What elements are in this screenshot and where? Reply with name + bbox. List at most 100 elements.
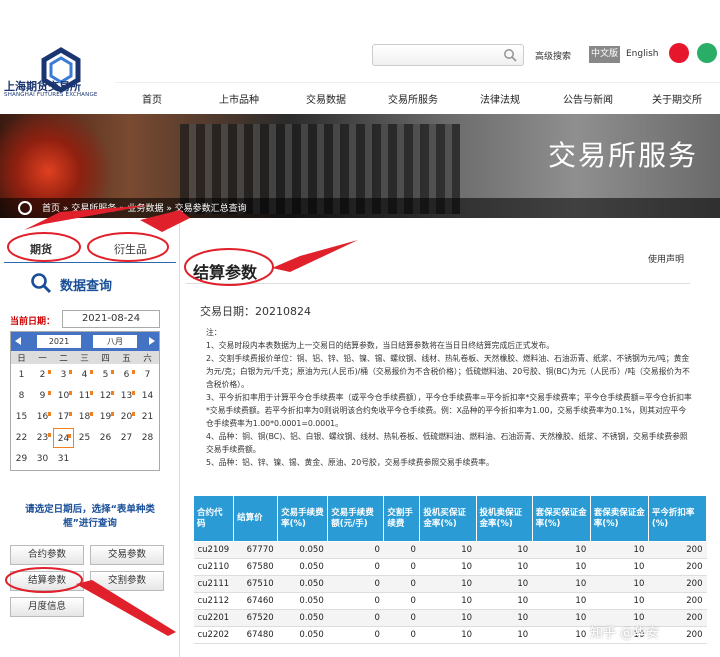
nav-item-about[interactable]: 关于期交所 [652, 91, 702, 106]
calendar-day[interactable]: 23 [32, 428, 53, 448]
nav-item-trading-data[interactable]: 交易数据 [306, 91, 346, 106]
search-icon[interactable] [503, 48, 517, 62]
column-header[interactable]: 交割手续费 [383, 495, 421, 542]
nav-item-home[interactable]: 首页 [142, 91, 162, 106]
month-select[interactable]: 八月 [93, 335, 137, 348]
tab-futures[interactable]: 期货 [30, 241, 52, 257]
table-cell: 10 [532, 626, 591, 644]
calendar-day[interactable]: 12 [95, 386, 116, 406]
calendar-day[interactable]: 7 [137, 365, 158, 385]
table-cell: 67770 [233, 541, 278, 559]
breadcrumb[interactable]: 首页 » 交易所服务 » 业务数据 » 交易参数汇总查询 [42, 201, 247, 214]
next-month-icon[interactable] [149, 337, 155, 345]
calendar-day[interactable]: 18 [74, 407, 95, 427]
tab-derivatives[interactable]: 衍生品 [114, 241, 147, 257]
wechat-icon[interactable] [697, 43, 717, 63]
delivery-params-button[interactable]: 交割参数 [90, 571, 164, 591]
table-cell: 0 [383, 592, 420, 610]
calendar-day[interactable]: 11 [74, 386, 95, 406]
column-header[interactable]: 平今折扣率(%) [647, 495, 707, 542]
table-cell: 10 [419, 541, 477, 559]
advanced-search-link[interactable]: 高级搜索 [535, 49, 571, 62]
calendar-day[interactable]: 22 [11, 428, 32, 448]
column-header[interactable]: 投机卖保证金率(%) [475, 495, 533, 542]
column-header[interactable]: 套保卖保证金率(%) [589, 495, 649, 542]
weekday-label: 一 [38, 354, 47, 364]
calendar-day[interactable]: 31 [53, 449, 74, 469]
column-header[interactable]: 交易手续费额(元/手) [327, 495, 385, 542]
nav-item-services[interactable]: 交易所服务 [388, 91, 438, 106]
calendar-day[interactable]: 4 [74, 365, 95, 385]
page-title: 结算参数 [193, 263, 258, 282]
calendar-day[interactable]: 5 [95, 365, 116, 385]
table-cell: 10 [419, 558, 477, 576]
trading-params-button[interactable]: 交易参数 [90, 545, 164, 565]
note-line: 3、平今折扣率用于计算平今仓手续费率（或平今仓手续费额），平今仓手续费率=平今折… [206, 393, 692, 428]
calendar-day-today[interactable]: 24 [53, 428, 74, 448]
table-cell: 200 [648, 541, 707, 559]
table-cell: 0.050 [277, 558, 328, 576]
data-available-marker [48, 433, 51, 437]
calendar-day[interactable]: 13 [116, 386, 137, 406]
table-cell: 0.050 [277, 541, 328, 559]
table-cell: 10 [419, 592, 477, 610]
calendar-day[interactable]: 16 [32, 407, 53, 427]
table-cell: 10 [476, 575, 533, 593]
table-cell: cu2201 [193, 609, 234, 627]
calendar-day[interactable]: 29 [11, 449, 32, 469]
column-header[interactable]: 投机买保证金率(%) [419, 495, 477, 542]
search-input[interactable] [372, 44, 524, 66]
contract-params-button[interactable]: 合约参数 [10, 545, 84, 565]
current-date-label: 当前日期： [10, 317, 56, 327]
column-header[interactable]: 交易手续费率(%) [277, 495, 329, 542]
weekday-label: 六 [143, 354, 152, 364]
calendar-day[interactable]: 6 [116, 365, 137, 385]
calendar-day[interactable]: 28 [137, 428, 158, 448]
disclaimer-link[interactable]: 使用声明 [648, 252, 684, 265]
calendar-weekdays: 日一二三四五六 [11, 351, 159, 364]
data-available-marker [69, 412, 72, 416]
calendar-day[interactable]: 14 [137, 386, 158, 406]
calendar-day[interactable]: 1 [11, 365, 32, 385]
nav-item-news[interactable]: 公告与新闻 [563, 91, 613, 106]
year-select[interactable]: 2021 [37, 335, 81, 348]
data-available-marker [48, 370, 51, 374]
calendar-day[interactable]: 8 [11, 386, 32, 406]
column-header[interactable]: 套保买保证金率(%) [531, 495, 591, 542]
data-available-marker [132, 412, 135, 416]
table-cell: 10 [532, 558, 591, 576]
table-cell: 0 [327, 558, 384, 576]
note-line: 1、交易时段内本表数据为上一交易日的结算参数，当日结算参数将在当日日终结算完成后… [206, 341, 555, 350]
table-cell: cu2110 [193, 558, 234, 576]
notes: 注： 1、交易时段内本表数据为上一交易日的结算参数，当日结算参数将在当日日终结算… [206, 326, 692, 469]
nav-item-laws[interactable]: 法律法规 [480, 91, 520, 106]
lang-cn-button[interactable]: 中文版 [589, 46, 620, 63]
current-date-field[interactable]: 2021-08-24 [62, 310, 160, 328]
prev-month-icon[interactable] [15, 337, 21, 345]
column-header[interactable]: 合约代码 [193, 495, 235, 542]
table-cell: 10 [476, 541, 533, 559]
table-cell: 0 [383, 626, 420, 644]
calendar-day[interactable]: 17 [53, 407, 74, 427]
calendar-day[interactable]: 25 [74, 428, 95, 448]
table-cell: 10 [419, 609, 477, 627]
nav-item-products[interactable]: 上市品种 [219, 91, 259, 106]
calendar-day[interactable]: 27 [116, 428, 137, 448]
calendar-day[interactable]: 10 [53, 386, 74, 406]
column-header[interactable]: 结算价 [233, 495, 279, 542]
calendar-day[interactable]: 20 [116, 407, 137, 427]
table-cell: 0 [327, 541, 384, 559]
calendar-day[interactable]: 26 [95, 428, 116, 448]
monthly-info-button[interactable]: 月度信息 [10, 597, 84, 617]
table-header-row: 合约代码 结算价 交易手续费率(%) 交易手续费额(元/手) 交割手续费 投机买保证金率(… [193, 495, 707, 542]
calendar-day[interactable]: 30 [32, 449, 53, 469]
lang-en-link[interactable]: English [626, 49, 659, 59]
settlement-params-button[interactable]: 结算参数 [10, 571, 84, 591]
calendar-day[interactable]: 19 [95, 407, 116, 427]
weibo-icon[interactable] [669, 43, 689, 63]
calendar-day[interactable]: 21 [137, 407, 158, 427]
calendar-day[interactable]: 2 [32, 365, 53, 385]
calendar-day[interactable]: 15 [11, 407, 32, 427]
calendar-day[interactable]: 9 [32, 386, 53, 406]
calendar-day[interactable]: 3 [53, 365, 74, 385]
